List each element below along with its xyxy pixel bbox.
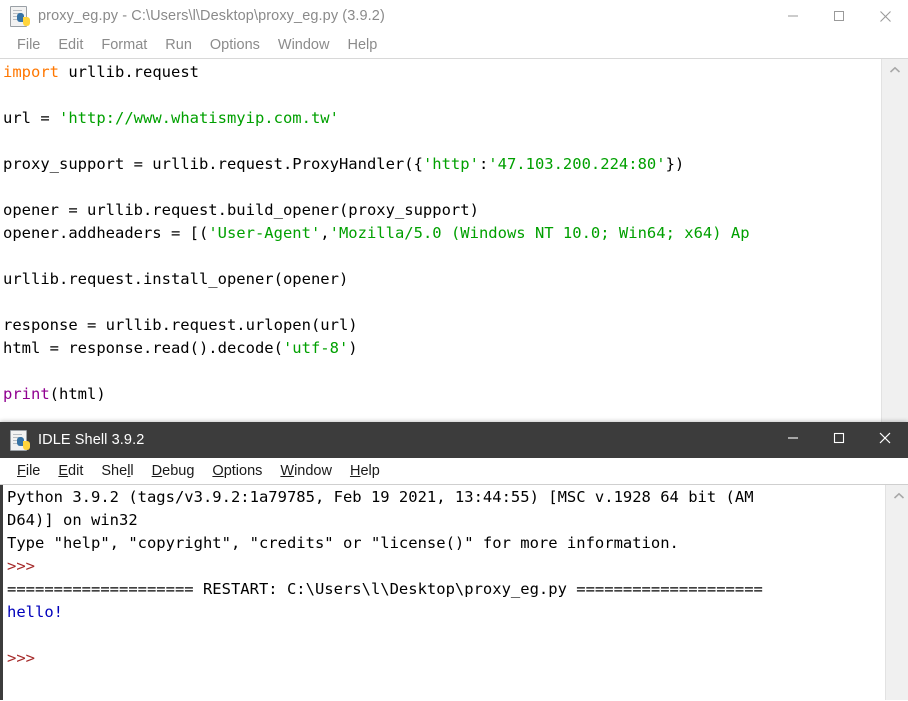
menu-debug[interactable]: Debug (143, 463, 204, 479)
editor-titlebar[interactable]: proxy_eg.py - C:\Users\l\Desktop\proxy_e… (0, 0, 908, 32)
text-span: response = urllib.request.urlopen(url) (3, 316, 358, 334)
text-span: }) (665, 155, 685, 173)
text-line (0, 130, 882, 153)
idle-shell-window: IDLE Shell 3.9.2 File Edit Shell Debug O… (0, 422, 908, 701)
text-line: proxy_support = urllib.request.ProxyHand… (0, 153, 882, 176)
text-span: urllib.request (59, 63, 199, 81)
text-line (0, 84, 882, 107)
maximize-icon[interactable] (816, 422, 862, 454)
menu-file[interactable]: File (8, 463, 49, 479)
text-span: >>> (7, 649, 35, 667)
text-span: : (478, 155, 489, 173)
shell-body: Python 3.9.2 (tags/v3.9.2:1a79785, Feb 1… (0, 485, 908, 700)
menu-options[interactable]: Options (203, 463, 271, 479)
text-span: ) (348, 339, 358, 357)
editor-title-text: proxy_eg.py - C:\Users\l\Desktop\proxy_e… (38, 8, 385, 24)
minimize-icon[interactable] (770, 422, 816, 454)
menu-window[interactable]: Window (269, 37, 339, 53)
text-span: 'utf-8' (282, 339, 349, 357)
chevron-up-icon[interactable] (882, 59, 908, 81)
text-line (0, 245, 882, 268)
text-line: url = 'http://www.whatismyip.com.tw' (0, 107, 882, 130)
text-line (3, 624, 886, 647)
text-span: opener = urllib.request.build_opener(pro… (3, 201, 479, 219)
idle-editor-window: proxy_eg.py - C:\Users\l\Desktop\proxy_e… (0, 0, 908, 424)
text-span: print (3, 385, 50, 403)
text-line: urllib.request.install_opener(opener) (0, 268, 882, 291)
text-span: , (320, 224, 330, 242)
text-span: urllib.request.install_opener(opener) (3, 270, 349, 288)
shell-titlebar[interactable]: IDLE Shell 3.9.2 (0, 422, 908, 458)
text-span: Type "help", "copyright", "credits" or "… (7, 534, 679, 552)
text-line: D64)] on win32 (3, 509, 886, 532)
menu-help[interactable]: Help (338, 37, 386, 53)
editor-vertical-scrollbar[interactable] (881, 59, 908, 424)
close-icon[interactable] (862, 0, 908, 32)
text-span: 'http' (422, 155, 479, 173)
shell-vertical-scrollbar[interactable] (885, 485, 908, 700)
text-span: import (3, 63, 59, 81)
editor-window-controls (770, 0, 908, 32)
code-text-area[interactable]: import urllib.request url = 'http://www.… (0, 59, 882, 424)
menu-run[interactable]: Run (156, 37, 201, 53)
shell-menubar: File Edit Shell Debug Options Window Help (0, 458, 908, 485)
python-file-icon (8, 5, 30, 27)
text-span: >>> (7, 557, 35, 575)
shell-title-text: IDLE Shell 3.9.2 (38, 432, 145, 448)
text-span: 'User-Agent' (208, 224, 321, 242)
minimize-icon[interactable] (770, 0, 816, 32)
maximize-icon[interactable] (816, 0, 862, 32)
text-line: Python 3.9.2 (tags/v3.9.2:1a79785, Feb 1… (3, 486, 886, 509)
close-icon[interactable] (862, 422, 908, 454)
text-span: Python 3.9.2 (tags/v3.9.2:1a79785, Feb 1… (7, 488, 754, 506)
text-span: hello! (7, 603, 63, 621)
text-line: >>> (3, 647, 886, 670)
text-span: (html) (49, 385, 106, 403)
text-line (0, 176, 882, 199)
text-line: print(html) (0, 383, 882, 406)
text-span: 'http://www.whatismyip.com.tw' (59, 109, 339, 127)
menu-file[interactable]: File (8, 37, 49, 53)
menu-shell[interactable]: Shell (92, 463, 142, 479)
text-span: proxy_support = urllib.request.ProxyHand… (3, 155, 423, 173)
shell-window-controls (770, 422, 908, 454)
shell-text-area[interactable]: Python 3.9.2 (tags/v3.9.2:1a79785, Feb 1… (3, 485, 886, 700)
menu-edit[interactable]: Edit (49, 463, 92, 479)
text-line: import urllib.request (0, 61, 882, 84)
text-line: html = response.read().decode('utf-8') (0, 337, 882, 360)
python-file-icon (8, 429, 30, 451)
text-span: opener.addheaders = [( (3, 224, 209, 242)
editor-body: import urllib.request url = 'http://www.… (0, 59, 908, 424)
menu-window[interactable]: Window (271, 463, 341, 479)
text-span: '47.103.200.224:80' (488, 155, 666, 173)
screen: proxy_eg.py - C:\Users\l\Desktop\proxy_e… (0, 0, 908, 701)
text-span: html = response.read().decode( (3, 339, 283, 357)
text-line: response = urllib.request.urlopen(url) (0, 314, 882, 337)
text-span: url = (3, 109, 59, 127)
editor-menubar: File Edit Format Run Options Window Help (0, 32, 908, 59)
text-line: Type "help", "copyright", "credits" or "… (3, 532, 886, 555)
text-line: opener.addheaders = [('User-Agent','Mozi… (0, 222, 882, 245)
text-line (0, 360, 882, 383)
text-span: D64)] on win32 (7, 511, 138, 529)
chevron-up-icon[interactable] (886, 485, 908, 507)
text-span: 'Mozilla/5.0 (Windows NT 10.0; Win64; x6… (329, 224, 750, 242)
menu-options[interactable]: Options (201, 37, 269, 53)
text-span: ==================== RESTART: C:\Users\l… (7, 580, 763, 598)
text-line: >>> (3, 555, 886, 578)
menu-edit[interactable]: Edit (49, 37, 92, 53)
text-line: opener = urllib.request.build_opener(pro… (0, 199, 882, 222)
menu-format[interactable]: Format (92, 37, 156, 53)
text-line (0, 291, 882, 314)
menu-help[interactable]: Help (341, 463, 389, 479)
text-line: hello! (3, 601, 886, 624)
text-line: ==================== RESTART: C:\Users\l… (3, 578, 886, 601)
